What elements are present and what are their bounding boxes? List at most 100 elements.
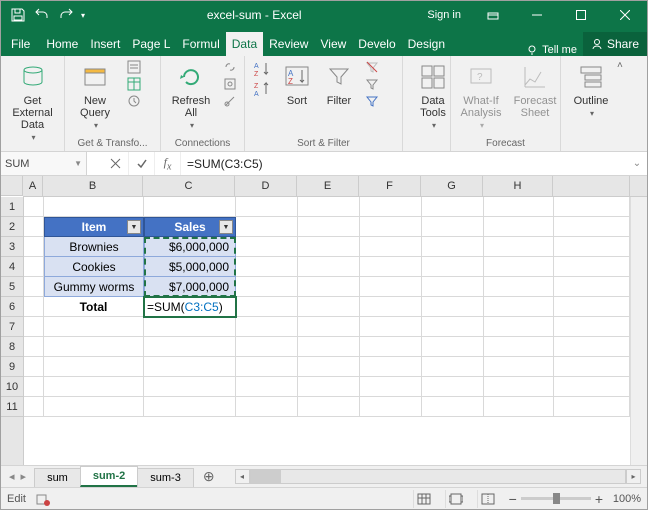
tab-review[interactable]: Review [263, 32, 314, 56]
ribbon-display-icon[interactable] [471, 1, 515, 29]
cell-c3[interactable]: $6,000,000 [144, 237, 236, 257]
cell-b6[interactable]: Total [44, 297, 144, 317]
share-button[interactable]: Share [583, 32, 647, 56]
sheet-tab-sum[interactable]: sum [34, 468, 81, 487]
clear-filter-button[interactable] [363, 59, 381, 75]
collapse-ribbon-icon[interactable]: ˄ [617, 60, 623, 71]
edit-links-button[interactable] [221, 93, 239, 109]
reapply-button[interactable] [363, 76, 381, 92]
row-header-8[interactable]: 8 [1, 337, 23, 357]
macro-record-icon[interactable] [36, 492, 50, 506]
save-icon[interactable] [7, 4, 29, 26]
col-header-e[interactable]: E [297, 176, 359, 196]
tell-me-search[interactable]: Tell me [520, 44, 583, 56]
col-header-f[interactable]: F [359, 176, 421, 196]
new-query-button[interactable]: New Query ▾ [71, 59, 119, 132]
cell-c6-active[interactable]: =SUM(C3:C5) [144, 297, 236, 317]
col-header-g[interactable]: G [421, 176, 483, 196]
forecast-sheet-button[interactable]: Forecast Sheet [511, 59, 559, 121]
minimize-button[interactable] [515, 1, 559, 29]
data-tools-button[interactable]: Data Tools ▾ [409, 59, 457, 132]
sheet-nav-next-icon[interactable]: ▸ [19, 470, 29, 483]
cell[interactable] [484, 197, 554, 217]
maximize-button[interactable] [559, 1, 603, 29]
zoom-slider[interactable] [521, 497, 591, 500]
expand-formula-bar-icon[interactable]: ⌄ [627, 158, 647, 169]
cell-c5[interactable]: $7,000,000 [144, 277, 236, 297]
table-header-item[interactable]: Item▼ [44, 217, 144, 237]
qat-customize-icon[interactable]: ▾ [81, 11, 85, 20]
tab-insert[interactable]: Insert [84, 32, 126, 56]
redo-icon[interactable] [55, 4, 77, 26]
tab-page-layout[interactable]: Page L [126, 32, 176, 56]
row-header-6[interactable]: 6 [1, 297, 23, 317]
sheet-tab-sum-2[interactable]: sum-2 [80, 466, 138, 487]
horizontal-scrollbar[interactable]: ⋮ ◂ ▸ [225, 469, 647, 484]
show-queries-button[interactable] [125, 59, 143, 75]
row-header-1[interactable]: 1 [1, 197, 23, 217]
col-header-b[interactable]: B [43, 176, 143, 196]
cell[interactable] [24, 217, 44, 237]
tab-developer[interactable]: Develo [352, 32, 401, 56]
refresh-all-button[interactable]: Refresh All ▾ [167, 59, 215, 132]
zoom-out-button[interactable]: − [509, 491, 517, 507]
cell-b5[interactable]: Gummy worms [44, 277, 144, 297]
tab-formulas[interactable]: Formul [176, 32, 225, 56]
cell-b4[interactable]: Cookies [44, 257, 144, 277]
row-header-3[interactable]: 3 [1, 237, 23, 257]
from-table-button[interactable] [125, 76, 143, 92]
filter-dropdown-icon[interactable]: ▼ [219, 220, 233, 234]
new-sheet-button[interactable]: ⊕ [193, 468, 225, 485]
tab-file[interactable]: File [1, 32, 40, 56]
cell[interactable] [236, 197, 298, 217]
cell-b3[interactable]: Brownies [44, 237, 144, 257]
cell[interactable] [144, 197, 236, 217]
view-normal-icon[interactable] [413, 490, 435, 508]
cell[interactable] [298, 197, 360, 217]
row-header-2[interactable]: 2 [1, 217, 23, 237]
cell[interactable] [360, 197, 422, 217]
row-header-11[interactable]: 11 [1, 397, 23, 417]
properties-button[interactable] [221, 76, 239, 92]
advanced-button[interactable] [363, 93, 381, 109]
sheet-tab-sum-3[interactable]: sum-3 [137, 468, 194, 487]
enter-formula-button[interactable] [129, 152, 155, 175]
cancel-formula-button[interactable] [103, 152, 129, 175]
outline-button[interactable]: Outline ▾ [567, 59, 615, 120]
row-header-10[interactable]: 10 [1, 377, 23, 397]
zoom-in-button[interactable]: + [595, 491, 603, 507]
cell[interactable] [44, 197, 144, 217]
sort-button[interactable]: AZ Sort [279, 59, 315, 109]
sort-asc-button[interactable]: AZ [251, 59, 273, 79]
view-page-break-icon[interactable] [477, 490, 499, 508]
col-header-a[interactable]: A [23, 176, 43, 196]
close-button[interactable] [603, 1, 647, 29]
sign-in-link[interactable]: Sign in [417, 9, 471, 21]
tab-design[interactable]: Design [402, 32, 451, 56]
cell[interactable] [24, 197, 44, 217]
cell[interactable] [422, 197, 484, 217]
vertical-scrollbar[interactable] [630, 197, 647, 465]
table-header-sales[interactable]: Sales▼ [144, 217, 236, 237]
col-header-d[interactable]: D [235, 176, 297, 196]
tab-data[interactable]: Data [226, 32, 263, 56]
name-box[interactable]: SUM ▼ [1, 152, 87, 175]
recent-sources-button[interactable] [125, 93, 143, 109]
cell-c4[interactable]: $5,000,000 [144, 257, 236, 277]
row-header-9[interactable]: 9 [1, 357, 23, 377]
filter-button[interactable]: Filter [321, 59, 357, 109]
undo-icon[interactable] [31, 4, 53, 26]
tab-view[interactable]: View [314, 32, 352, 56]
view-page-layout-icon[interactable] [445, 490, 467, 508]
sheet-nav-prev-icon[interactable]: ◂ [7, 470, 17, 483]
row-header-5[interactable]: 5 [1, 277, 23, 297]
get-external-data-button[interactable]: Get External Data ▾ [7, 59, 58, 144]
what-if-button[interactable]: ? What-If Analysis ▾ [457, 59, 505, 132]
sort-desc-button[interactable]: ZA [251, 79, 273, 99]
col-header-h[interactable]: H [483, 176, 553, 196]
select-all-corner[interactable] [1, 176, 23, 196]
zoom-level[interactable]: 100% [607, 493, 641, 505]
filter-dropdown-icon[interactable]: ▼ [127, 220, 141, 234]
col-header-c[interactable]: C [143, 176, 235, 196]
insert-function-button[interactable]: fx [155, 152, 181, 175]
